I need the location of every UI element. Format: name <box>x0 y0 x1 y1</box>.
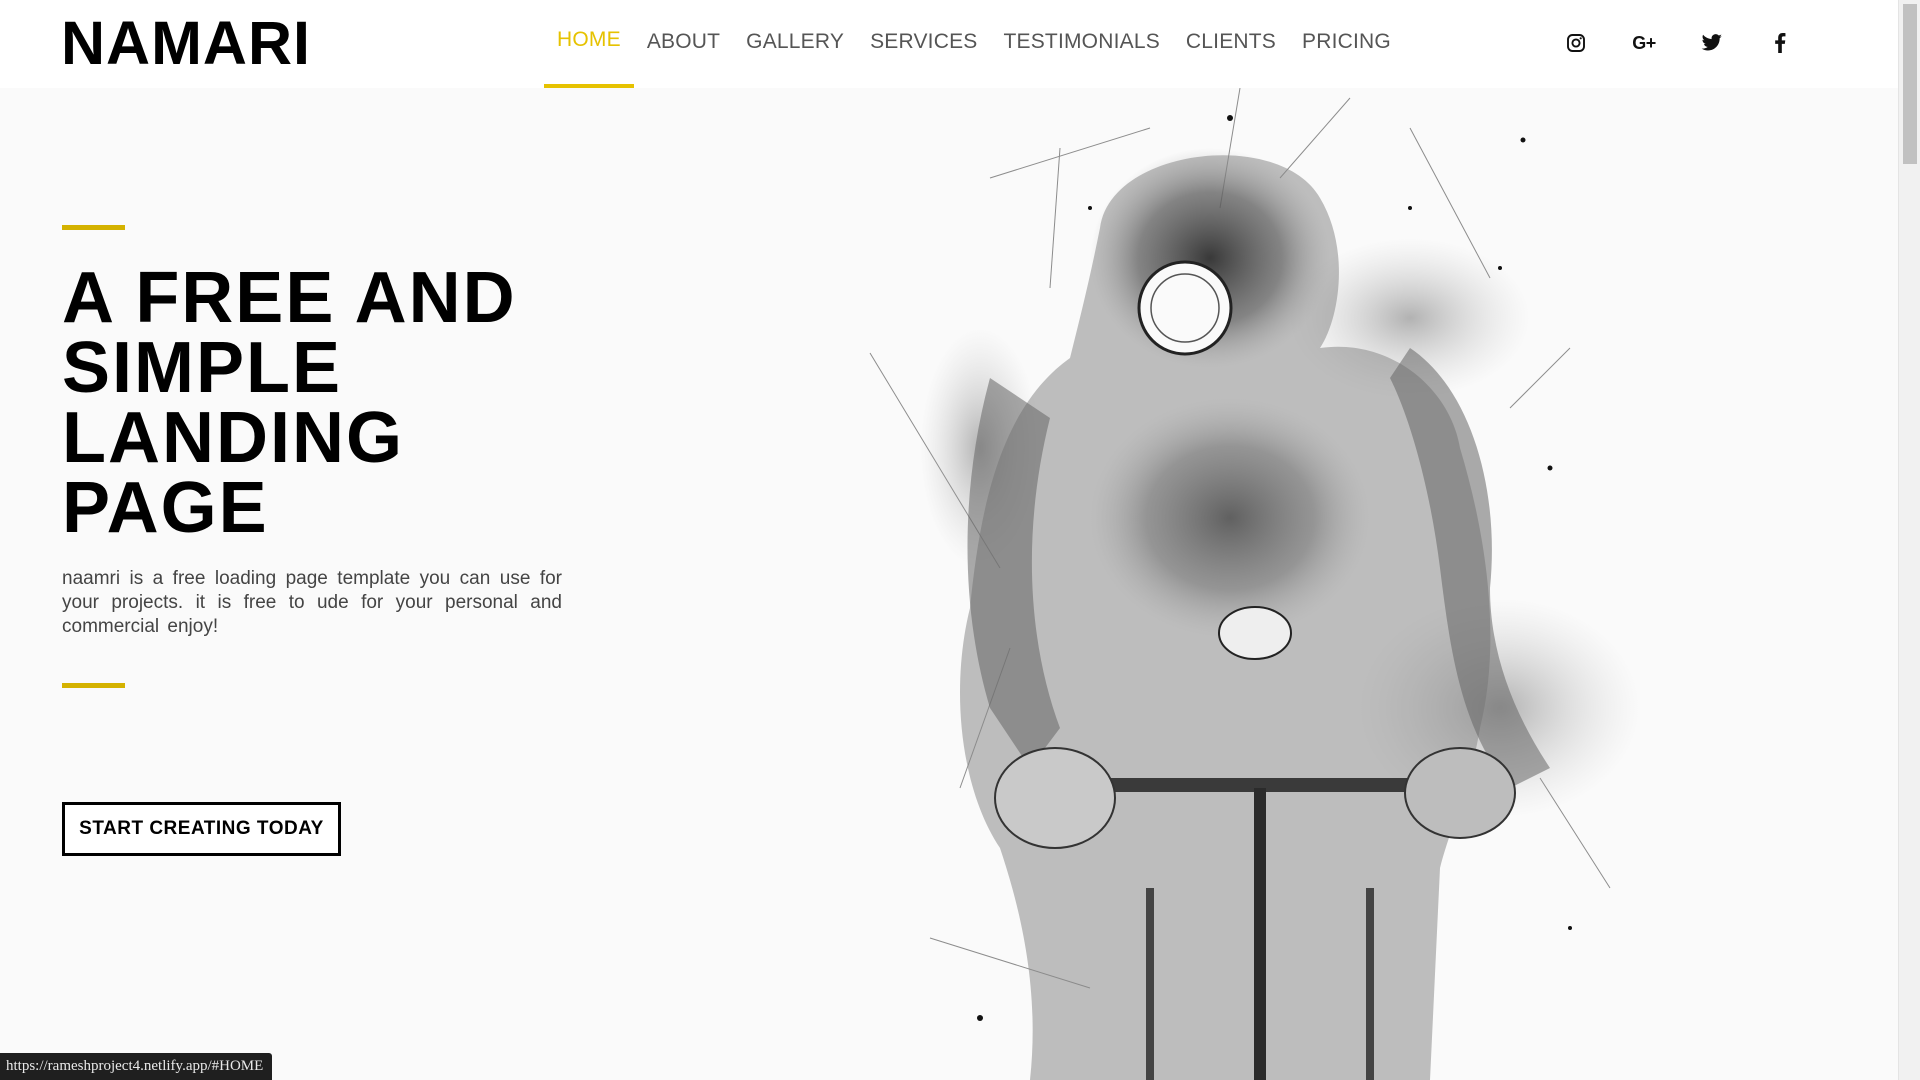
twitter-icon[interactable] <box>1678 26 1746 60</box>
social-links: G+ <box>1542 26 1814 60</box>
google-plus-label: G+ <box>1632 32 1656 53</box>
hero-title-line: PAGE <box>62 468 269 548</box>
hero-title-line: A FREE AND <box>62 258 517 338</box>
main-nav: HOME ABOUT GALLERY SERVICES TESTIMONIALS… <box>544 0 1404 88</box>
google-plus-icon[interactable]: G+ <box>1610 26 1678 60</box>
nav-item-about[interactable]: ABOUT <box>634 0 733 88</box>
nav-item-home[interactable]: HOME <box>544 0 634 88</box>
hero-title: A FREE AND SIMPLE LANDING PAGE <box>62 258 582 548</box>
start-creating-button[interactable]: START CREATING TODAY <box>62 802 341 856</box>
nav-item-clients[interactable]: CLIENTS <box>1173 0 1289 88</box>
nav-item-services[interactable]: SERVICES <box>857 0 990 88</box>
site-header: NAMARI HOME ABOUT GALLERY SERVICES TESTI… <box>0 0 1898 88</box>
hero-description: naamri is a free loading page template y… <box>62 568 562 637</box>
instagram-icon[interactable] <box>1542 26 1610 60</box>
page-scrollbar[interactable] <box>1898 0 1920 1080</box>
hero-title-line: SIMPLE <box>62 328 343 408</box>
scrollbar-thumb[interactable] <box>1903 4 1917 164</box>
nav-item-gallery[interactable]: GALLERY <box>733 0 857 88</box>
hero-accent-line-bottom <box>62 683 125 688</box>
nav-item-pricing[interactable]: PRICING <box>1289 0 1404 88</box>
status-bar-url: https://rameshproject4.netlify.app/#HOME <box>0 1053 273 1080</box>
nav-item-testimonials[interactable]: TESTIMONIALS <box>990 0 1172 88</box>
hero-accent-line-top <box>62 225 125 230</box>
site-logo[interactable]: NAMARI <box>61 10 311 76</box>
sketch-cyclist-illustration <box>789 87 1750 1080</box>
facebook-icon[interactable] <box>1746 26 1814 60</box>
hero-title-line: LANDING <box>62 398 404 478</box>
